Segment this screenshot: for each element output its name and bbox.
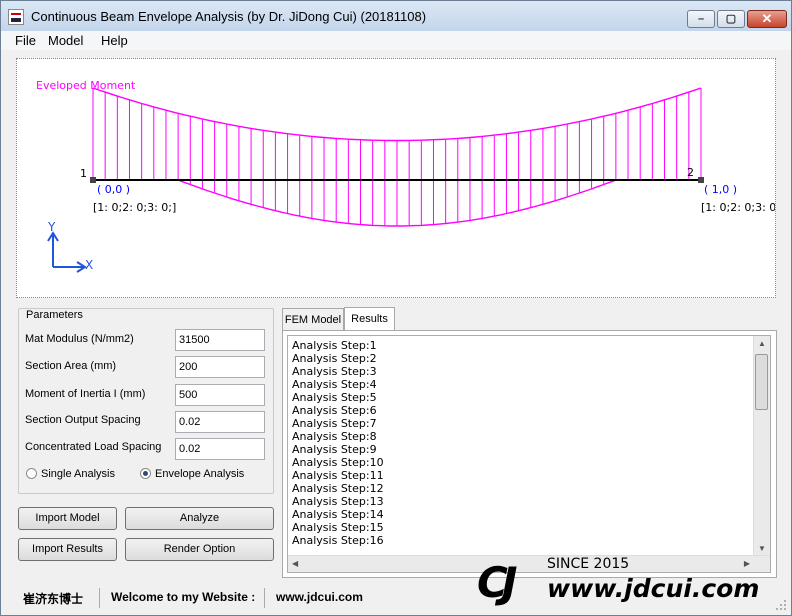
close-button[interactable]: ✕ xyxy=(747,10,787,28)
scroll-thumb[interactable] xyxy=(755,354,768,410)
node-1-id: 1 xyxy=(80,167,87,180)
render-option-button[interactable]: Render Option xyxy=(125,538,274,561)
result-line: Analysis Step:9 xyxy=(292,443,377,456)
result-line: Analysis Step:16 xyxy=(292,534,384,547)
results-textbox[interactable]: Analysis Step:1 Analysis Step:2 Analysis S… xyxy=(287,335,771,573)
single-analysis-radio[interactable]: Single Analysis xyxy=(26,468,115,480)
close-icon: ✕ xyxy=(761,11,773,26)
menu-model[interactable]: Model xyxy=(48,33,83,48)
result-line: Analysis Step:3 xyxy=(292,365,377,378)
envelope-analysis-radio[interactable]: Envelope Analysis xyxy=(140,468,244,480)
window-title: Continuous Beam Envelope Analysis (by Dr… xyxy=(31,9,427,24)
vertical-scrollbar[interactable]: ▲ ▼ xyxy=(753,336,770,556)
node-1-coord: ( 0,0 ) xyxy=(97,183,131,196)
status-separator xyxy=(264,588,265,608)
section-area-input[interactable]: 200 xyxy=(175,356,265,378)
scroll-down-icon[interactable]: ▼ xyxy=(758,544,766,553)
node-1-marker xyxy=(90,177,96,183)
app-window: Continuous Beam Envelope Analysis (by Dr… xyxy=(0,0,792,616)
logo-since: SINCE 2015 xyxy=(547,556,630,572)
axis-x-label: X xyxy=(85,258,94,272)
result-line: Analysis Step:4 xyxy=(292,378,377,391)
scroll-up-icon[interactable]: ▲ xyxy=(758,339,766,348)
author-name: 崔济东博士 xyxy=(23,592,84,606)
import-model-button[interactable]: Import Model xyxy=(18,507,117,530)
import-results-button[interactable]: Import Results xyxy=(18,538,117,561)
menu-help[interactable]: Help xyxy=(101,33,128,48)
mat-modulus-input[interactable]: 31500 xyxy=(175,329,265,351)
result-line: Analysis Step:7 xyxy=(292,417,377,430)
minimize-icon: – xyxy=(697,13,705,25)
node-2-loads: [1: 0;2: 0;3: 0;] xyxy=(701,201,776,214)
result-line: Analysis Step:14 xyxy=(292,508,384,521)
website-link[interactable]: www.jdcui.com xyxy=(276,590,363,604)
section-output-spacing-label: Section Output Spacing xyxy=(25,414,141,426)
result-line: Analysis Step:6 xyxy=(292,404,377,417)
menu-bar: File Model Help xyxy=(1,31,791,50)
mat-modulus-label: Mat Modulus (N/mm2) xyxy=(25,333,134,345)
node-2-id: 2 xyxy=(687,166,694,179)
axis-y-label: Y xyxy=(48,220,56,234)
concentrated-load-spacing-label: Concentrated Load Spacing xyxy=(25,441,162,453)
status-bar: 崔济东博士 Welcome to my Website : www.jdcui.… xyxy=(1,585,471,611)
radio-off-icon xyxy=(26,468,37,479)
resize-grip-icon[interactable] xyxy=(775,599,787,611)
tab-results[interactable]: Results xyxy=(344,307,395,330)
moment-inertia-label: Moment of Inertia I (mm) xyxy=(25,388,146,400)
concentrated-load-spacing-input[interactable]: 0.02 xyxy=(175,438,265,460)
tab-fem-model[interactable]: FEM Model xyxy=(282,308,344,330)
result-line: Analysis Step:2 xyxy=(292,352,377,365)
menu-file[interactable]: File xyxy=(15,33,36,48)
logo-mark: CJ xyxy=(477,558,518,607)
section-output-spacing-input[interactable]: 0.02 xyxy=(175,411,265,433)
title-bar[interactable]: Continuous Beam Envelope Analysis (by Dr… xyxy=(1,1,791,31)
envelope-max-curve xyxy=(92,87,702,142)
result-line: Analysis Step:8 xyxy=(292,430,377,443)
section-area-label: Section Area (mm) xyxy=(25,360,117,372)
maximize-icon: ▢ xyxy=(725,13,737,25)
welcome-text: Welcome to my Website : xyxy=(111,590,256,604)
analyze-button[interactable]: Analyze xyxy=(125,507,274,530)
envelope-drawing xyxy=(47,87,704,273)
scroll-left-icon[interactable]: ◀ xyxy=(292,559,298,568)
radio-on-icon xyxy=(140,468,151,479)
envelope-analysis-label: Envelope Analysis xyxy=(155,468,245,480)
status-separator xyxy=(99,588,100,608)
beam-canvas[interactable]: Eveloped Moment 1 ( 0,0 ) [1: 0;2: 0;3: … xyxy=(16,58,776,298)
result-line: Analysis Step:12 xyxy=(292,482,384,495)
app-icon xyxy=(8,9,24,25)
parameters-legend: Parameters xyxy=(24,309,85,321)
result-line: Analysis Step:5 xyxy=(292,391,377,404)
result-line: Analysis Step:15 xyxy=(292,521,384,534)
brand-logo: CJ SINCE 2015 www.jdcui.com xyxy=(475,554,785,612)
result-line: Analysis Step:10 xyxy=(292,456,384,469)
node-2-coord: ( 1,0 ) xyxy=(704,183,738,196)
result-line: Analysis Step:11 xyxy=(292,469,384,482)
logo-url: www.jdcui.com xyxy=(547,574,760,603)
results-panel: Analysis Step:1 Analysis Step:2 Analysis S… xyxy=(282,330,777,578)
result-line: Analysis Step:13 xyxy=(292,495,384,508)
result-line: Analysis Step:1 xyxy=(292,339,377,352)
minimize-button[interactable]: – xyxy=(687,10,715,28)
maximize-button[interactable]: ▢ xyxy=(717,10,745,28)
canvas-title: Eveloped Moment xyxy=(36,79,136,92)
node-1-loads: [1: 0;2: 0;3: 0;] xyxy=(93,201,177,214)
moment-inertia-input[interactable]: 500 xyxy=(175,384,265,406)
output-tabs: FEM Model Results Analysis Step:1 Analysi… xyxy=(282,307,777,578)
single-analysis-label: Single Analysis xyxy=(41,468,115,480)
